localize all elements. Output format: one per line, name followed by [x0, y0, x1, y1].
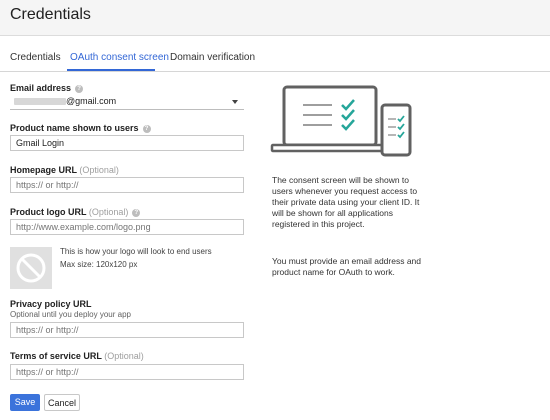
- redacted-email-prefix: [14, 98, 66, 106]
- help-icon[interactable]: ?: [142, 124, 151, 133]
- consent-info-paragraph-1: The consent screen will be shown to user…: [272, 175, 420, 229]
- laptop-checklist-icon: [270, 85, 390, 153]
- tab-bar: Credentials OAuth consent screen Domain …: [0, 40, 550, 72]
- email-label: Email address?: [10, 83, 84, 93]
- terms-of-service-url-field[interactable]: https:// or http://: [10, 364, 244, 380]
- terms-of-service-label: Terms of service URL (Optional): [10, 351, 144, 361]
- help-icon[interactable]: ?: [75, 84, 84, 93]
- page-header: Credentials: [0, 0, 550, 36]
- logo-note-line2: Max size: 120x120 px: [60, 260, 138, 269]
- product-logo-url-label: Product logo URL (Optional)?: [10, 207, 141, 217]
- no-image-icon: [16, 253, 46, 283]
- logo-note-line1: This is how your logo will look to end u…: [60, 247, 212, 256]
- email-value-suffix: @gmail.com: [66, 96, 117, 106]
- phone-checklist-icon: [380, 103, 412, 157]
- help-icon[interactable]: ?: [132, 208, 141, 217]
- page-title: Credentials: [10, 6, 91, 23]
- product-name-label: Product name shown to users?: [10, 123, 151, 133]
- consent-screen-illustration: [270, 85, 412, 157]
- product-name-field[interactable]: Gmail Login: [10, 135, 244, 151]
- active-tab-indicator: [67, 69, 155, 71]
- product-logo-url-field[interactable]: http://www.example.com/logo.png: [10, 219, 244, 235]
- email-select[interactable]: @gmail.com: [10, 94, 244, 110]
- dropdown-caret-icon[interactable]: [232, 100, 238, 104]
- tab-credentials[interactable]: Credentials: [10, 52, 61, 63]
- homepage-url-field[interactable]: https:// or http://: [10, 177, 244, 193]
- privacy-policy-label: Privacy policy URL: [10, 299, 92, 309]
- save-button[interactable]: Save: [10, 394, 40, 411]
- tab-domain-verification[interactable]: Domain verification: [170, 52, 255, 63]
- logo-preview: [10, 247, 52, 289]
- consent-info-paragraph-2: You must provide an email address and pr…: [272, 256, 421, 277]
- tab-oauth-consent-screen[interactable]: OAuth consent screen: [70, 52, 169, 63]
- privacy-policy-sublabel: Optional until you deploy your app: [10, 310, 131, 319]
- privacy-policy-url-field[interactable]: https:// or http://: [10, 322, 244, 338]
- homepage-url-label: Homepage URL (Optional): [10, 165, 119, 175]
- cancel-button[interactable]: Cancel: [44, 394, 80, 411]
